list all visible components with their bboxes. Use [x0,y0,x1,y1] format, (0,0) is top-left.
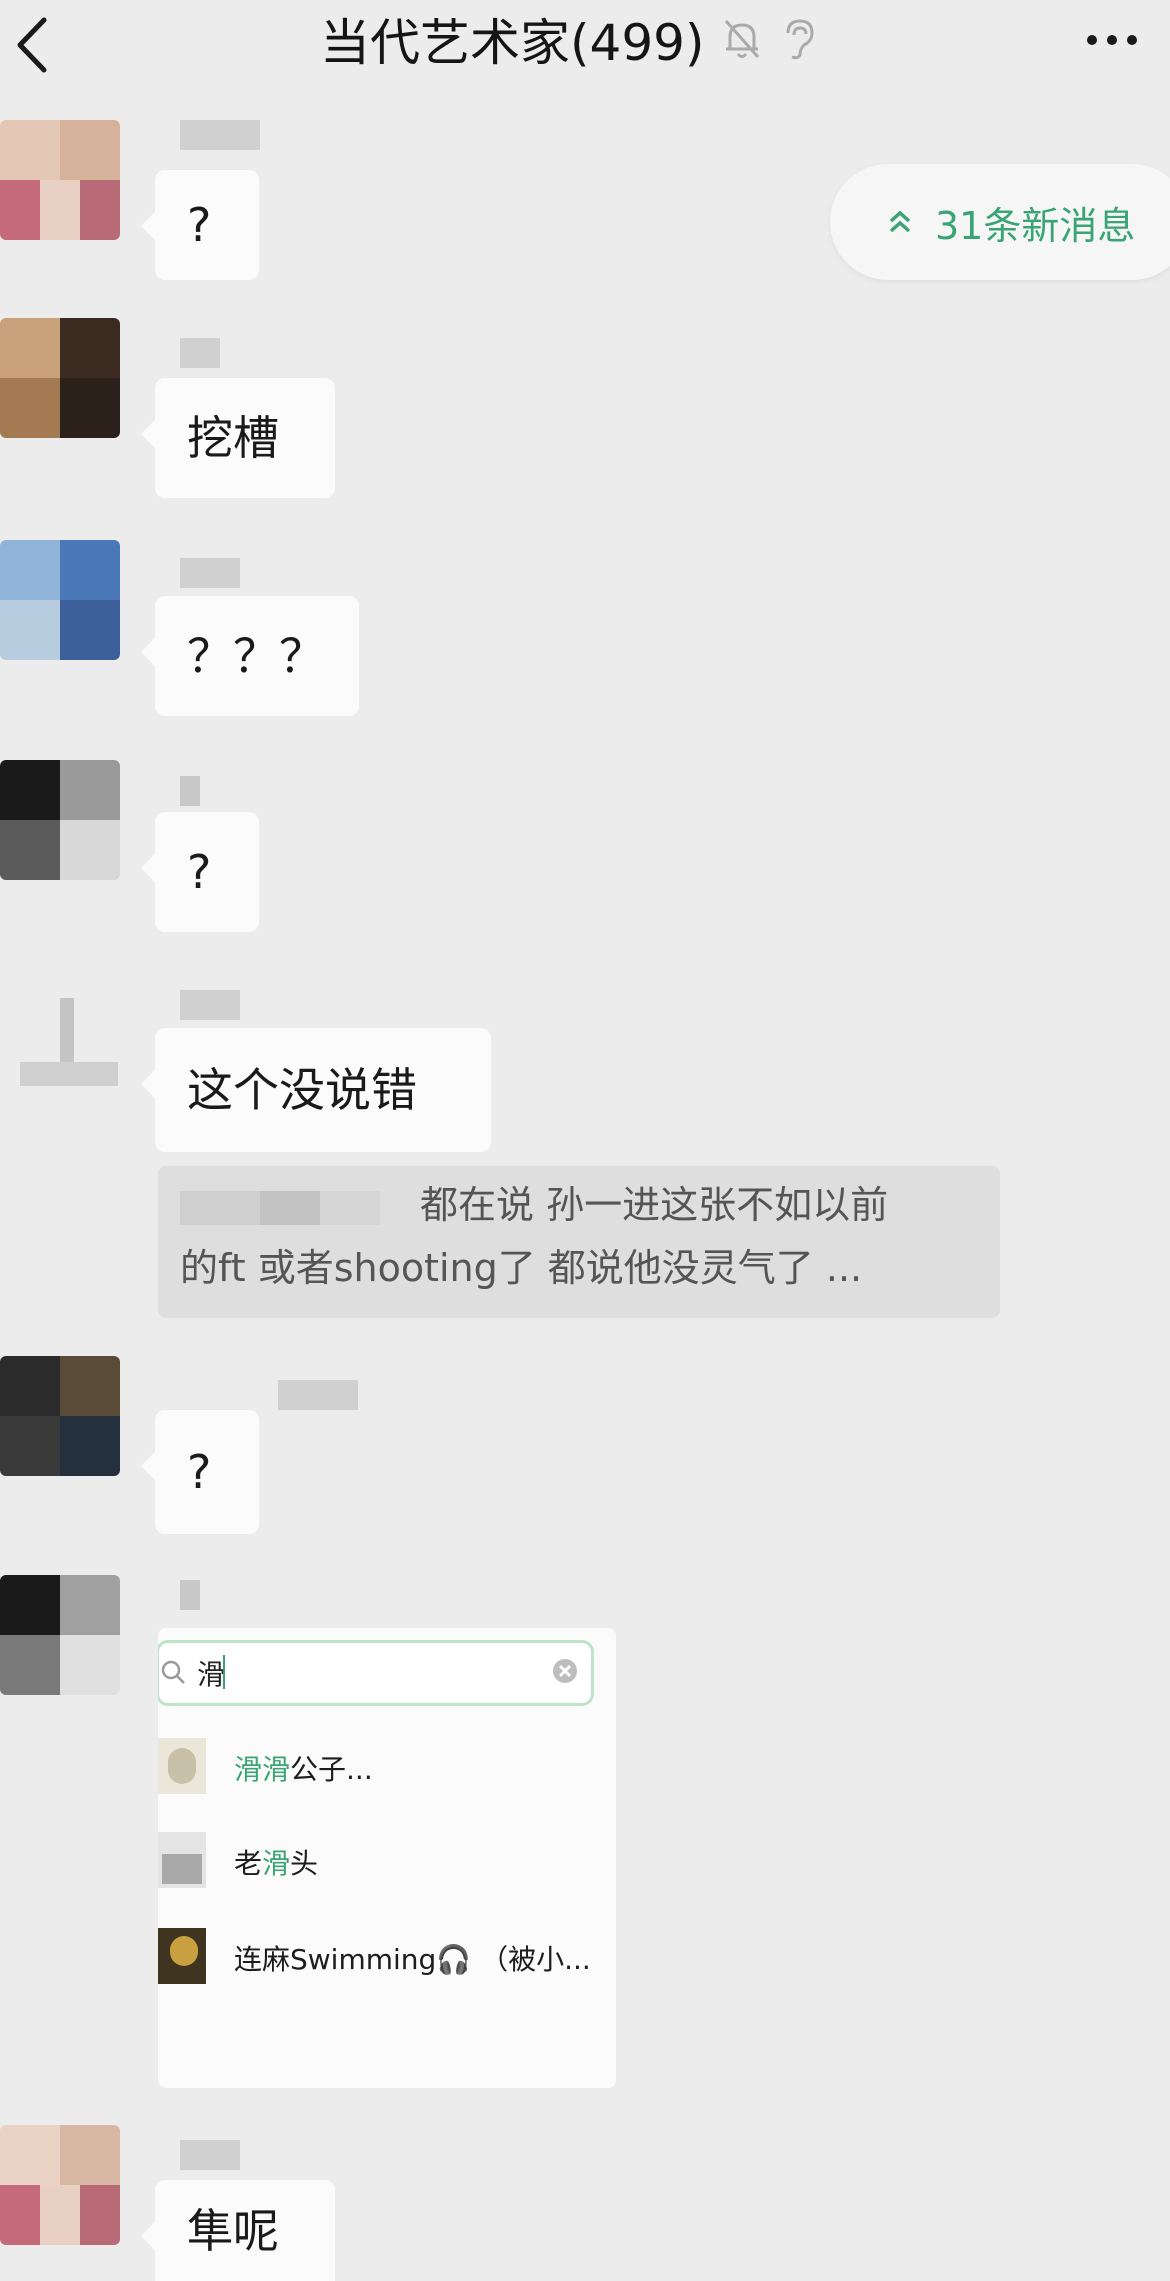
chat-title: 当代艺术家(499) [320,14,705,72]
double-chevron-up-icon [889,210,911,233]
message-bubble[interactable]: ? [141,170,259,280]
sender-name-blurred [180,2140,240,2170]
image-message[interactable]: 滑 滑滑公子... 老滑头 连麻Swimming🎧 （被小... [158,1628,616,2088]
new-messages-button[interactable]: 31条新消息 [830,164,1170,280]
search-icon [161,1660,185,1684]
message-bubble[interactable]: ? [141,812,259,932]
avatar[interactable] [0,990,120,1110]
avatar[interactable] [0,540,120,660]
sender-name-blurred [278,1380,358,1410]
result-avatar [158,1738,206,1794]
more-dots-icon[interactable] [1082,12,1142,68]
avatar[interactable] [0,2125,120,2245]
message-bubble[interactable]: 隼呢 [141,2180,335,2281]
new-messages-label: 31条新消息 [935,203,1136,248]
avatar[interactable] [0,318,120,438]
message-bubble[interactable]: ？？？ [141,596,359,716]
bell-off-icon [725,20,760,58]
avatar[interactable] [0,1575,120,1695]
image-search-box: 滑 [158,1640,594,1706]
avatar[interactable] [0,120,120,240]
search-result-item: 老滑头 [158,1824,616,1894]
sender-name-blurred [180,990,240,1020]
avatar[interactable] [0,760,120,880]
sender-name-blurred [180,776,200,806]
sender-name-blurred [180,338,220,368]
message-bubble[interactable]: 挖槽 [141,378,335,498]
clear-icon [553,1659,577,1683]
sender-name-blurred [180,1580,200,1610]
result-avatar [158,1928,206,1984]
search-result-item: 滑滑公子... [158,1730,616,1800]
result-avatar [158,1832,206,1888]
avatar[interactable] [0,1356,120,1476]
quoted-message[interactable]: 都在说 孙一进这张不如以前 的ft 或者shooting了 都说他没灵气了 ..… [158,1166,1000,1318]
sender-name-blurred [180,120,260,150]
message-bubble[interactable]: ? [141,1410,259,1534]
search-result-item: 连麻Swimming🎧 （被小... [158,1920,616,1990]
quoted-sender-blurred [180,1190,380,1225]
chat-title-area[interactable]: 当代艺术家(499) [320,8,816,72]
text-caret [223,1655,225,1689]
message-bubble[interactable]: 这个没说错 [141,1028,491,1152]
sender-name-blurred [180,558,240,588]
chevron-left-icon[interactable] [8,14,58,76]
ear-icon [786,19,814,60]
